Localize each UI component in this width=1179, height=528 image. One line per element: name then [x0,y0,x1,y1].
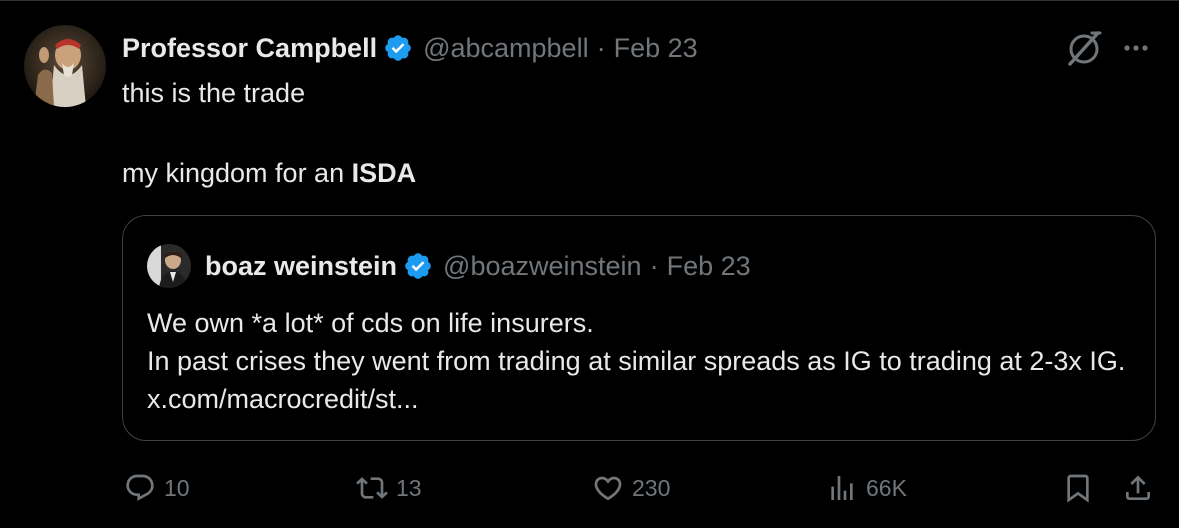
heart-icon [594,476,622,501]
separator-dot: · [596,32,606,63]
tweet-text-line-1: this is the trade [122,78,306,108]
quote-header: boaz weinstein @boazweinstein · Feb 23 [205,246,751,286]
tweet-text-line-2-prefix: my kingdom for an [122,158,352,188]
top-divider [0,0,1179,1]
verified-badge-icon[interactable] [383,33,413,63]
bookmark-button[interactable] [1062,468,1094,508]
quoted-tweet[interactable]: boaz weinstein @boazweinstein · Feb 23 W… [122,215,1156,441]
quote-author-avatar[interactable] [147,244,191,288]
share-button[interactable] [1122,468,1154,508]
quote-avatar-image [147,244,191,288]
more-options-icon[interactable] [1118,30,1154,66]
avatar-image [24,25,106,107]
quote-separator-dot: · [649,250,659,281]
tweet-text-line-2: my kingdom for an ISDA [122,154,1122,192]
author-name[interactable]: Professor Campbell [122,33,377,64]
reply-button[interactable]: 10 [124,468,190,508]
repost-icon [356,477,388,499]
quote-text-line-2: In past crises they went from trading at… [147,346,1126,414]
quote-verified-badge-icon [403,251,433,281]
tweet-text-bold: ISDA [351,158,417,188]
grok-icon[interactable] [1064,28,1104,68]
reply-count: 10 [164,474,190,501]
repost-count: 13 [396,474,422,501]
views-button[interactable]: 66K [826,468,907,508]
bookmark-icon [1067,474,1089,503]
author-handle[interactable]: @abcampbell [423,33,589,64]
tweet-date[interactable]: Feb 23 [614,33,698,64]
quote-author-handle: @boazweinstein [443,250,642,281]
views-chart-icon [831,476,853,500]
repost-button[interactable]: 13 [356,468,422,508]
share-icon [1126,475,1150,500]
author-avatar[interactable] [24,25,106,107]
quote-text-line-1: We own *a lot* of cds on life insurers. [147,308,594,338]
like-button[interactable]: 230 [592,468,670,508]
tweet-text: this is the trade my kingdom for an ISDA [122,74,1122,192]
like-count: 230 [632,474,671,501]
reply-icon [126,474,154,501]
quote-date: Feb 23 [666,250,751,281]
views-count: 66K [866,474,907,501]
quote-text: We own *a lot* of cds on life insurers. … [147,304,1137,418]
quote-author-name: boaz weinstein [205,250,398,281]
tweet-header: Professor Campbell @abcampbell · Feb 23 [122,28,698,68]
